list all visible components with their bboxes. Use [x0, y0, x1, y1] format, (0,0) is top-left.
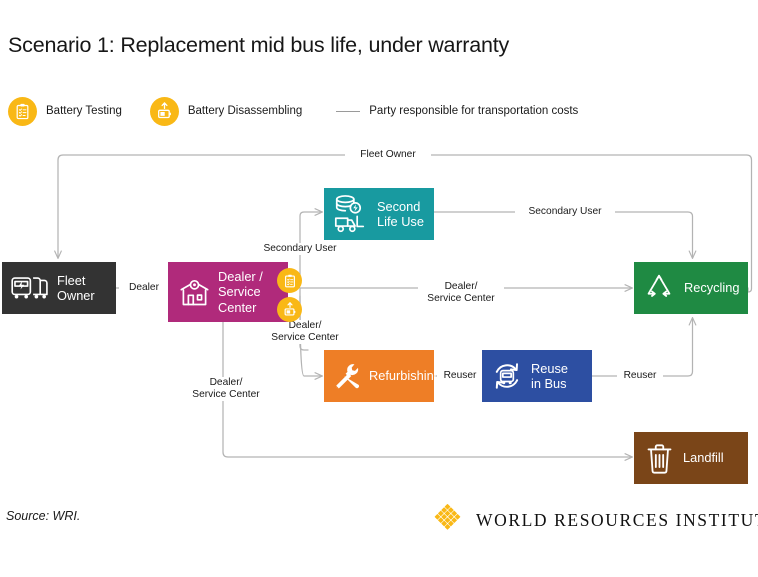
- legend-item-battery-disassembling: Battery Disassembling: [149, 96, 303, 126]
- node-label-second-life-use: Second Life Use: [377, 198, 424, 229]
- battery-arrow-up-icon: [149, 96, 179, 126]
- bus-fleet-icon: [11, 274, 49, 302]
- legend: Battery Testing Battery Disassembling Pa…: [8, 96, 578, 126]
- legend-item-battery-testing: Battery Testing: [8, 96, 122, 126]
- legend-label-transport-costs: Party responsible for transportation cos…: [369, 105, 579, 117]
- edge-label-dealer-service-refurbishing: Dealer/ Service Center: [262, 320, 348, 345]
- clipboard-checklist-icon: [8, 96, 37, 126]
- bus-cycle-icon: [490, 359, 524, 393]
- wri-wordmark: WORLD RESOURCES INSTITUTE: [476, 509, 758, 530]
- node-label-dealer-service-center: Dealer / Service Center: [218, 268, 263, 315]
- edge-label-dealer-service-recycling: Dealer/ Service Center: [418, 281, 504, 306]
- node-label-landfill: Landfill: [683, 450, 724, 466]
- diagram-page: Scenario 1: Replacement mid bus life, un…: [0, 0, 758, 577]
- edge-label-reuser-mid: Reuser: [437, 370, 483, 383]
- node-fleet-owner[interactable]: Fleet Owner: [2, 262, 116, 314]
- source-note: Source: WRI.: [6, 509, 81, 523]
- edge-label-reuser-right: Reuser: [617, 370, 663, 383]
- battery-arrow-up-icon: [277, 297, 302, 322]
- legend-label-battery-disassembling: Battery Disassembling: [187, 105, 303, 117]
- node-label-reuse-in-bus: Reuse in Bus: [531, 360, 568, 391]
- node-refurbishing[interactable]: Refurbishing: [324, 350, 441, 402]
- wrench-screwdriver-icon: [332, 361, 363, 392]
- node-second-life-use[interactable]: Second Life Use: [324, 188, 434, 240]
- node-label-recycling: Recycling: [684, 280, 740, 296]
- trash-can-icon: [646, 443, 673, 474]
- wri-logo: WORLD RESOURCES INSTITUTE: [432, 502, 758, 538]
- legend-item-transport-line: Party responsible for transportation cos…: [336, 105, 578, 117]
- recycling-arrows-icon: [643, 272, 675, 304]
- page-title: Scenario 1: Replacement mid bus life, un…: [8, 33, 510, 57]
- edge-label-fleet-owner-return: Fleet Owner: [345, 149, 431, 162]
- node-dealer-service-center[interactable]: Dealer / Service Center: [168, 262, 302, 322]
- node-landfill[interactable]: Landfill: [634, 432, 748, 484]
- node-label-fleet-owner: Fleet Owner: [57, 272, 95, 303]
- node-badges: [277, 268, 302, 322]
- edge-label-dealer-service-landfill: Dealer/ Service Center: [183, 377, 269, 402]
- node-recycling[interactable]: Recycling: [634, 262, 748, 314]
- node-label-refurbishing: Refurbishing: [369, 368, 441, 384]
- edge-label-dealer: Dealer: [119, 282, 169, 295]
- edge-line-sample-icon: [336, 110, 361, 112]
- node-reuse-in-bus[interactable]: Reuse in Bus: [482, 350, 592, 402]
- wri-diamond-logo: [432, 502, 463, 538]
- edge-label-secondary-user-right: Secondary User: [515, 206, 615, 219]
- legend-label-battery-testing: Battery Testing: [46, 105, 122, 117]
- battery-stack-forklift-icon: [332, 194, 370, 234]
- edge-label-secondary-user-up: Secondary User: [250, 243, 350, 256]
- clipboard-checklist-icon: [277, 268, 302, 293]
- service-center-building-icon: [178, 276, 211, 308]
